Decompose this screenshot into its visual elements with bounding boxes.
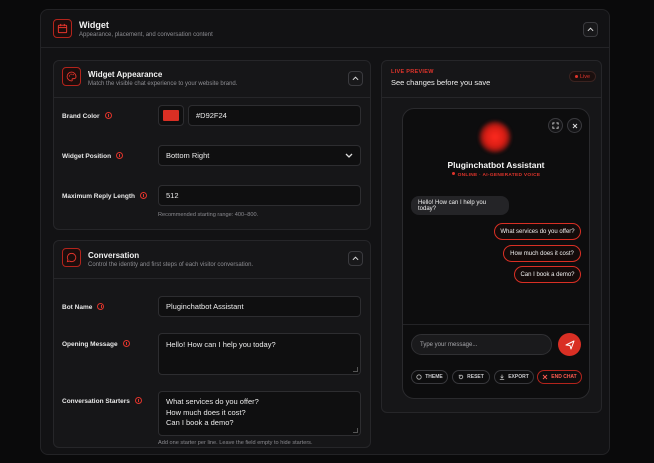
expand-button[interactable] (548, 118, 563, 133)
export-icon (500, 374, 505, 380)
divider (403, 324, 589, 325)
close-icon (572, 123, 577, 128)
send-icon (565, 340, 574, 349)
bot-avatar-orb (479, 121, 511, 153)
starter-chip[interactable]: What services do you offer? (494, 223, 581, 240)
page-title: Widget (79, 20, 109, 30)
chevron-up-icon (352, 256, 359, 261)
live-preview-eyebrow: LIVE PREVIEW (391, 69, 434, 75)
bot-name: Pluginchatbot Assistant (447, 160, 545, 170)
info-icon[interactable] (122, 340, 130, 347)
info-icon[interactable] (104, 112, 112, 119)
widget-settings-panel: Widget Appearance, placement, and conver… (40, 9, 610, 455)
end-chat-icon (542, 374, 548, 380)
export-button[interactable]: EXPORT (494, 370, 534, 384)
info-icon[interactable] (134, 397, 142, 404)
divider (382, 97, 601, 98)
chevron-up-icon (352, 76, 359, 81)
message-input[interactable]: Type your message... (411, 334, 552, 355)
conversation-starters-hint: Add one starter per line. Leave the fiel… (158, 440, 313, 446)
widget-appearance-card: Widget Appearance Match the visible chat… (53, 60, 371, 230)
collapse-widget-button[interactable] (583, 22, 598, 37)
bot-name-input[interactable]: Pluginchatbot Assistant (158, 296, 361, 317)
bot-status: ONLINE · AI-GENERATED VOICE (403, 172, 589, 178)
brand-color-input[interactable]: #D92F24 (188, 105, 361, 126)
info-icon[interactable] (139, 192, 147, 199)
palette-icon (62, 67, 81, 86)
appearance-subtitle: Match the visible chat experience to you… (88, 81, 238, 87)
greeting-message: Hello! How can I help you today? (411, 196, 509, 215)
export-label: EXPORT (508, 374, 529, 380)
info-icon[interactable] (116, 152, 124, 159)
reset-label: RESET (467, 374, 484, 380)
starter-chip[interactable]: Can I book a demo? (514, 266, 581, 283)
collapse-conversation-button[interactable] (348, 251, 363, 266)
live-preview-title: See changes before you save (391, 78, 491, 87)
page-subtitle: Appearance, placement, and conversation … (79, 32, 213, 38)
opening-message-label: Opening Message (62, 340, 130, 348)
live-preview-card: LIVE PREVIEW See changes before you save… (381, 60, 602, 413)
divider (54, 97, 370, 98)
max-reply-length-hint: Recommended starting range: 400–800. (158, 212, 259, 218)
max-reply-length-input[interactable]: 512 (158, 185, 361, 206)
widget-position-select[interactable]: Bottom Right (158, 145, 361, 166)
chat-bubble-icon (62, 248, 81, 267)
conversation-title: Conversation (88, 251, 140, 260)
widget-position-label: Widget Position (62, 152, 124, 160)
expand-icon (552, 122, 559, 129)
close-button[interactable] (567, 118, 582, 133)
collapse-appearance-button[interactable] (348, 71, 363, 86)
conversation-subtitle: Control the identity and first steps of … (88, 262, 254, 268)
bot-status-text: ONLINE · AI-GENERATED VOICE (457, 173, 541, 178)
chevron-up-icon (587, 27, 594, 32)
theme-label: THEME (425, 374, 443, 380)
brand-color-swatch[interactable] (158, 105, 184, 126)
max-reply-length-label: Maximum Reply Length (62, 192, 147, 200)
color-preview (163, 110, 179, 121)
live-dot (575, 75, 578, 78)
resize-handle[interactable] (353, 367, 358, 372)
status-dot (451, 172, 455, 175)
end-chat-button[interactable]: END CHAT (537, 370, 582, 384)
widget-position-value: Bottom Right (166, 151, 210, 160)
reset-button[interactable]: RESET (452, 370, 490, 384)
info-icon[interactable] (97, 303, 105, 310)
opening-message-textarea[interactable]: Hello! How can I help you today? (158, 333, 361, 375)
starter-chip[interactable]: How much does it cost? (503, 245, 581, 262)
bot-name-label: Bot Name (62, 303, 105, 311)
conversation-starters-label: Conversation Starters (62, 397, 142, 405)
reset-icon (458, 374, 464, 380)
conversation-starters-value: What services do you offer? How much doe… (166, 397, 259, 427)
calendar-icon (53, 19, 72, 38)
live-badge: Live (569, 71, 597, 82)
theme-button[interactable]: THEME (411, 370, 448, 384)
resize-handle[interactable] (353, 428, 358, 433)
brand-color-label: Brand Color (62, 112, 112, 120)
send-button[interactable] (558, 333, 581, 356)
chat-widget-preview: Pluginchatbot Assistant ONLINE · AI-GENE… (402, 108, 590, 399)
divider (54, 278, 370, 279)
widget-header: Widget Appearance, placement, and conver… (41, 10, 609, 48)
conversation-starters-textarea[interactable]: What services do you offer? How much doe… (158, 391, 361, 436)
theme-icon (416, 374, 422, 380)
live-badge-label: Live (580, 73, 591, 80)
conversation-card: Conversation Control the identity and fi… (53, 240, 371, 448)
appearance-title: Widget Appearance (88, 70, 163, 79)
chevron-down-icon (345, 153, 353, 158)
opening-message-value: Hello! How can I help you today? (166, 340, 276, 349)
end-chat-label: END CHAT (551, 374, 577, 380)
